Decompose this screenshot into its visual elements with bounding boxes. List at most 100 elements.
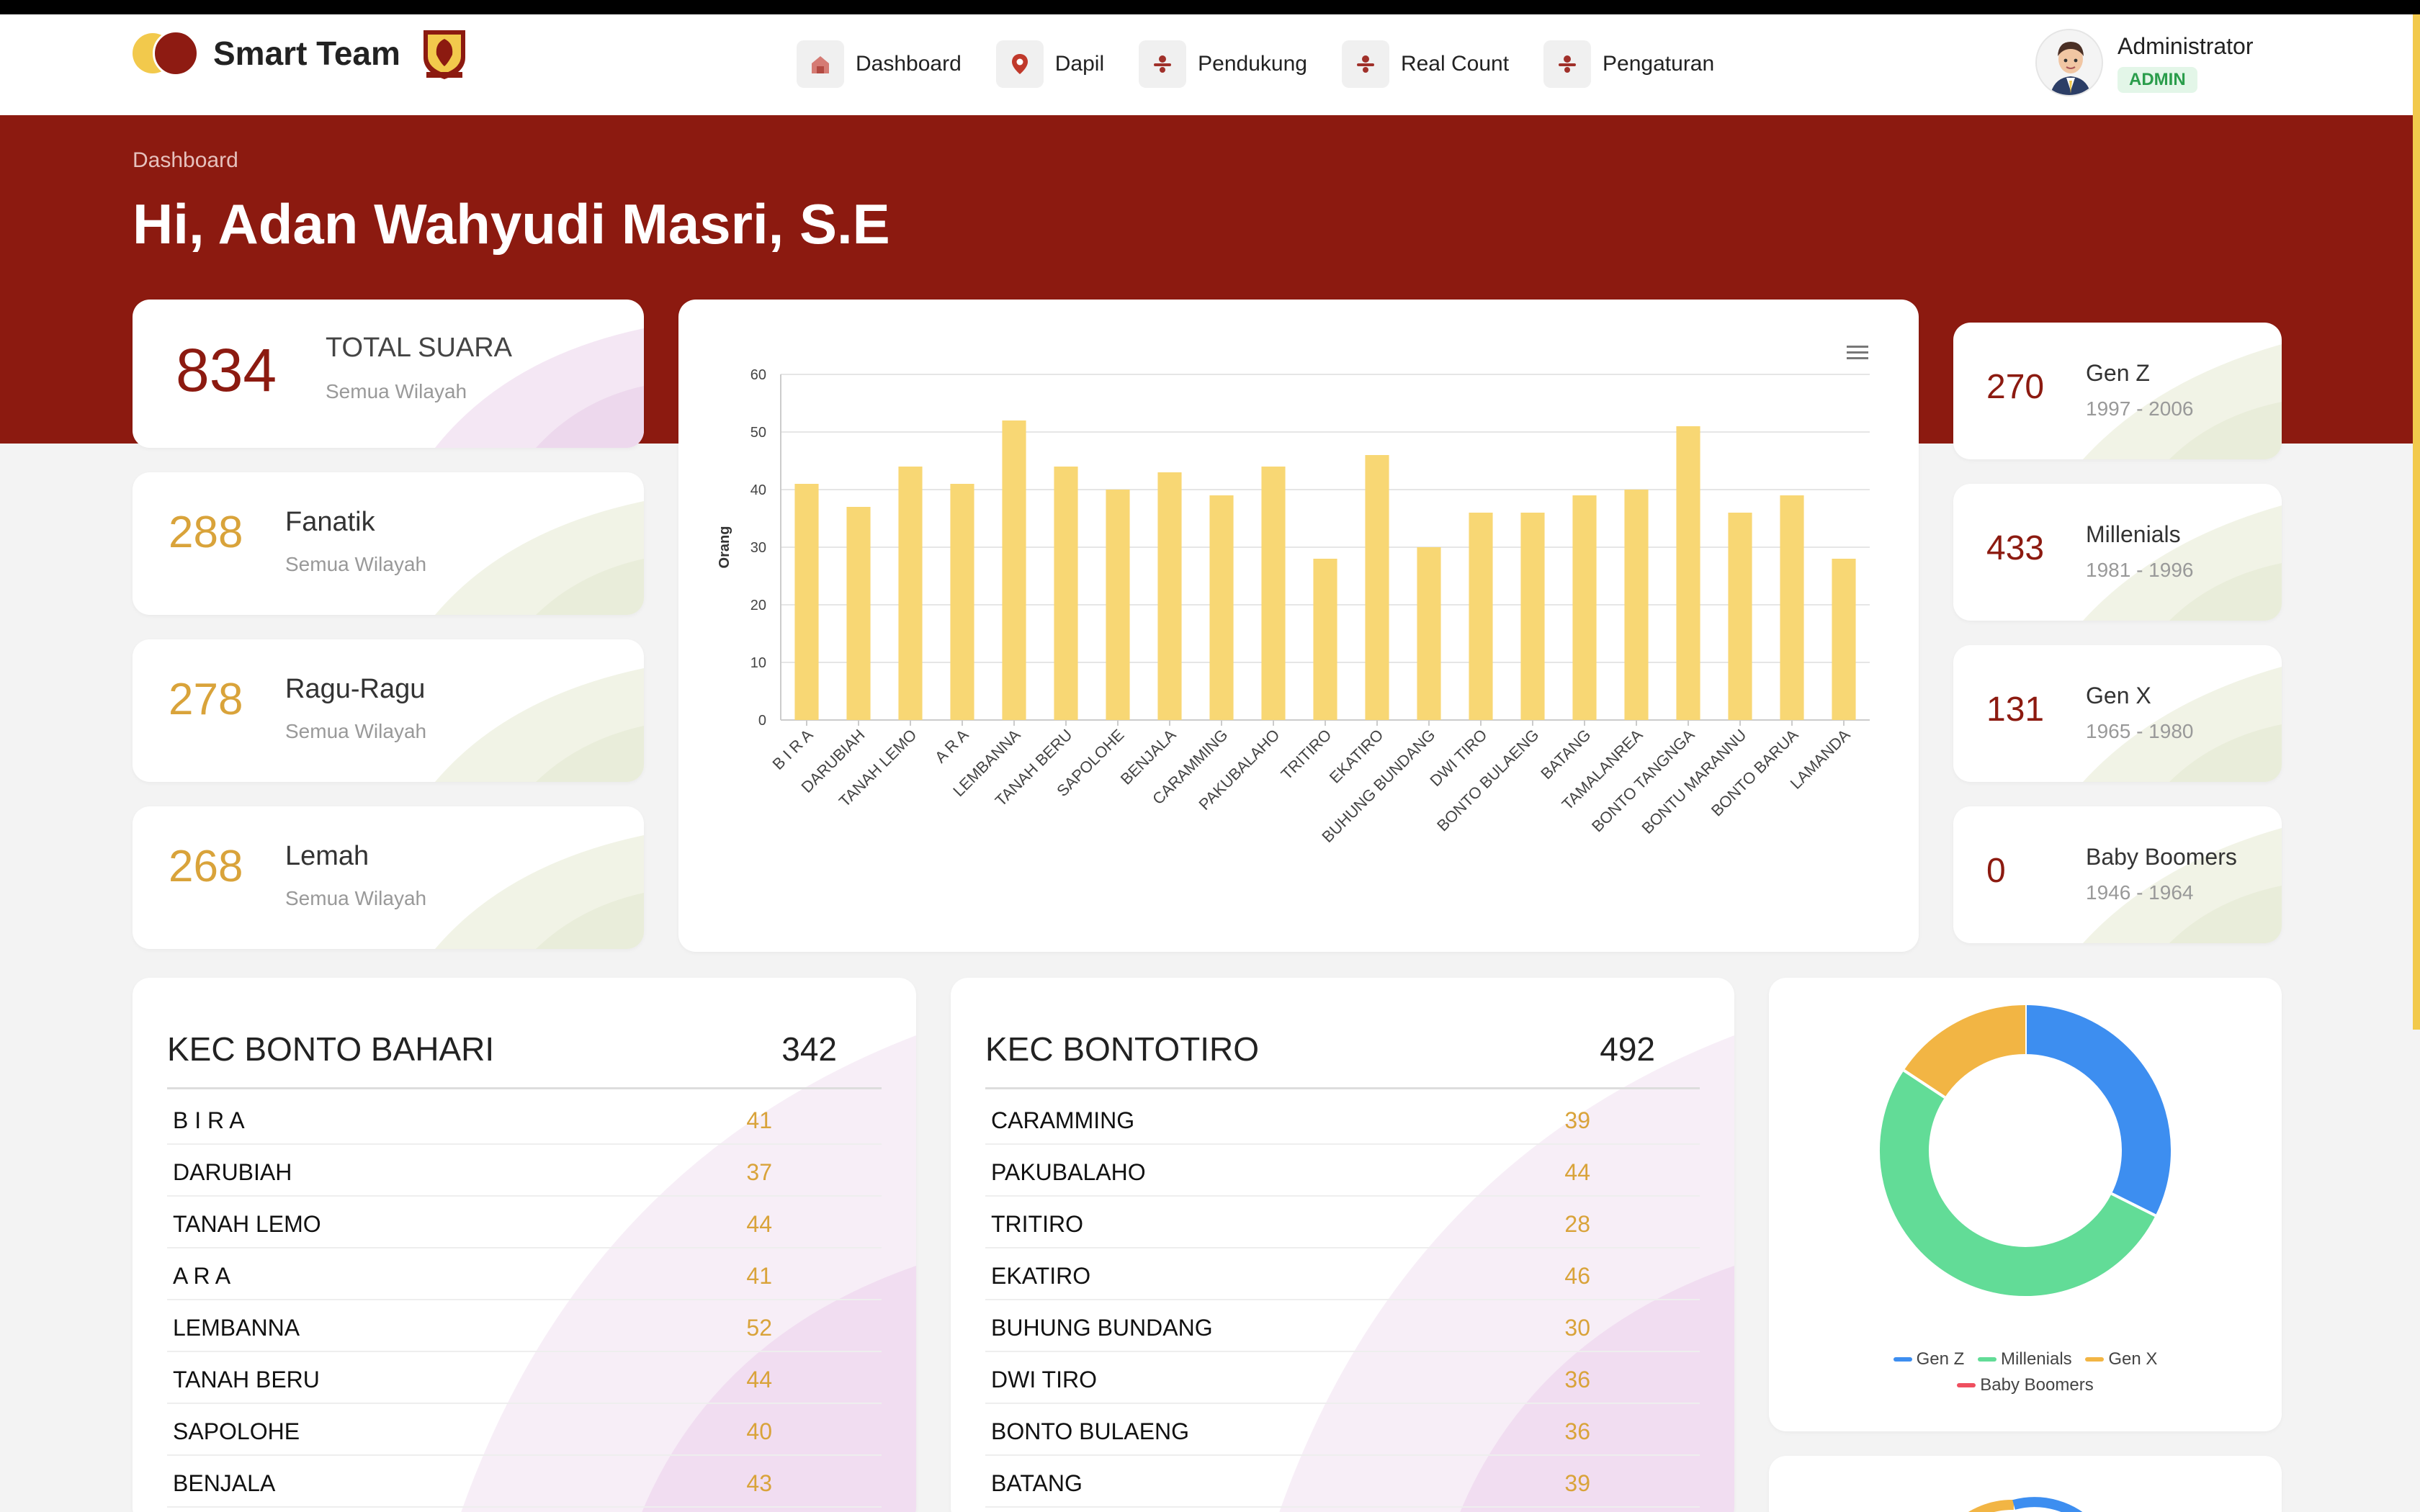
bar[interactable]: [794, 484, 819, 720]
table-row: LEMBANNA 52: [167, 1300, 882, 1352]
generation-donut-card: Gen Z Millenials Gen X Baby Boomers: [1769, 978, 2282, 1431]
stat-label: Ragu-Ragu: [285, 674, 426, 704]
bar[interactable]: [1417, 547, 1441, 720]
desa-value: 39: [1564, 1470, 1590, 1496]
kecamatan-card-bonto-bahari: KEC BONTO BAHARI 342 B I R A 41 DARUBIAH 3…: [133, 978, 916, 1512]
nav-pendukung[interactable]: Pendukung: [1139, 40, 1307, 88]
stat-value: 268: [169, 842, 243, 891]
breadcrumb[interactable]: Dashboard: [133, 148, 238, 173]
desa-value: 41: [746, 1107, 772, 1133]
stat-label: Fanatik: [285, 507, 375, 537]
nav-pengaturan[interactable]: Pengaturan: [1543, 40, 1714, 88]
table-row: BATANG 39: [985, 1456, 1700, 1508]
desa-name: BUHUNG BUNDANG: [991, 1315, 1213, 1341]
page-scrollbar[interactable]: [2413, 14, 2420, 1030]
window-top-strip: [0, 0, 2420, 14]
stat-label: TOTAL SUARA: [326, 333, 513, 363]
desa-value: 52: [746, 1315, 772, 1341]
donut-legend: Gen Z Millenials Gen X: [1769, 1346, 2282, 1369]
bar[interactable]: [1676, 426, 1700, 720]
bar[interactable]: [1780, 495, 1804, 720]
bar[interactable]: [1728, 513, 1752, 720]
bar[interactable]: [1313, 559, 1337, 720]
gen-label: Gen Z: [2086, 360, 2150, 386]
bar[interactable]: [1624, 490, 1649, 720]
ragu-ragu-card: 278 Ragu-Ragu Semua Wilayah: [133, 639, 644, 782]
nav-real-count[interactable]: Real Count: [1341, 40, 1509, 88]
table-row: SAPOLOHE 40: [167, 1404, 882, 1456]
legend-item[interactable]: Baby Boomers: [1957, 1375, 2094, 1395]
bar[interactable]: [1002, 420, 1026, 720]
desa-value: 36: [1564, 1367, 1590, 1392]
secondary-chart-preview: [1968, 1497, 2083, 1512]
table-row: BENJALA 43: [167, 1456, 882, 1508]
desa-name: PAKUBALAHO: [991, 1159, 1146, 1185]
stat-label: Lemah: [285, 841, 369, 871]
donut-slice[interactable]: [2025, 1005, 2171, 1216]
bar[interactable]: [898, 467, 923, 720]
nav-dapil[interactable]: Dapil: [995, 40, 1104, 88]
nav-dashboard[interactable]: Dashboard: [797, 40, 962, 88]
table-row: A R A 41: [167, 1248, 882, 1300]
kecamatan-total: 492: [1600, 1030, 1655, 1068]
donut-slice[interactable]: [1880, 1070, 2156, 1296]
desa-name: BATANG: [991, 1470, 1083, 1496]
desa-name: BENJALA: [173, 1470, 276, 1496]
secondary-chart-card: [1769, 1456, 2282, 1512]
users-icon: [1543, 40, 1592, 88]
millenials-card: 433 Millenials 1981 - 1996: [1953, 484, 2282, 621]
stat-subtitle: Semua Wilayah: [285, 553, 427, 575]
x-tick-label: BONTO BULAENG: [1433, 726, 1542, 834]
desa-value: 40: [746, 1418, 772, 1444]
stat-value: 288: [169, 508, 243, 557]
gen-label: Millenials: [2086, 521, 2181, 547]
stat-subtitle: Semua Wilayah: [285, 887, 427, 909]
bar[interactable]: [1106, 490, 1130, 720]
gen-value: 433: [1986, 529, 2045, 567]
legend-item[interactable]: Gen Z: [1893, 1349, 1964, 1369]
desa-value: 37: [746, 1159, 772, 1185]
gen-label: Baby Boomers: [2086, 844, 2237, 870]
bar[interactable]: [950, 484, 974, 720]
map-pin-icon: [995, 40, 1044, 88]
brand[interactable]: Smart Team: [133, 26, 470, 81]
total-votes-card: 834 TOTAL SUARA Semua Wilayah: [133, 300, 644, 448]
gen-range: 1965 - 1980: [2086, 720, 2194, 742]
y-tick-label: 50: [750, 425, 766, 441]
bar[interactable]: [1157, 472, 1182, 720]
baby-boomers-card: 0 Baby Boomers 1946 - 1964: [1953, 806, 2282, 943]
legend-item[interactable]: Millenials: [1977, 1349, 2072, 1369]
avatar: [2035, 29, 2103, 96]
divider: [985, 1087, 1700, 1089]
desa-name: TANAH LEMO: [173, 1211, 321, 1237]
desa-value: 44: [746, 1367, 772, 1392]
bar[interactable]: [1832, 559, 1856, 720]
x-tick-label: BONTO BARUA: [1708, 726, 1802, 820]
legend-swatch: [2085, 1357, 2105, 1362]
gen-value: 131: [1986, 690, 2045, 729]
bar[interactable]: [1209, 495, 1234, 720]
legend-label: Millenials: [2000, 1349, 2072, 1369]
table-row: TANAH LEMO 44: [167, 1197, 882, 1248]
desa-value: 36: [1564, 1418, 1590, 1444]
desa-name: SAPOLOHE: [173, 1418, 300, 1444]
desa-value: 46: [1564, 1263, 1590, 1289]
donut-slice[interactable]: [1904, 1005, 2026, 1098]
bar[interactable]: [1520, 513, 1545, 720]
table-row: TRITIRO 28: [985, 1197, 1700, 1248]
bar[interactable]: [1054, 467, 1078, 720]
legend-swatch: [1893, 1357, 1912, 1362]
user-menu[interactable]: Administrator ADMIN: [2035, 29, 2254, 96]
stat-subtitle: Semua Wilayah: [326, 380, 467, 402]
stat-value: 278: [169, 675, 243, 724]
bar[interactable]: [1572, 495, 1597, 720]
table-row: PAKUBALAHO 44: [985, 1145, 1700, 1197]
bar[interactable]: [1261, 467, 1286, 720]
bar[interactable]: [1365, 455, 1389, 720]
bar[interactable]: [846, 507, 871, 720]
gen-label: Gen X: [2086, 683, 2151, 708]
x-tick-label: A R A: [931, 726, 972, 767]
bar[interactable]: [1469, 513, 1493, 720]
legend-item[interactable]: Gen X: [2085, 1349, 2157, 1369]
divider: [167, 1087, 882, 1089]
